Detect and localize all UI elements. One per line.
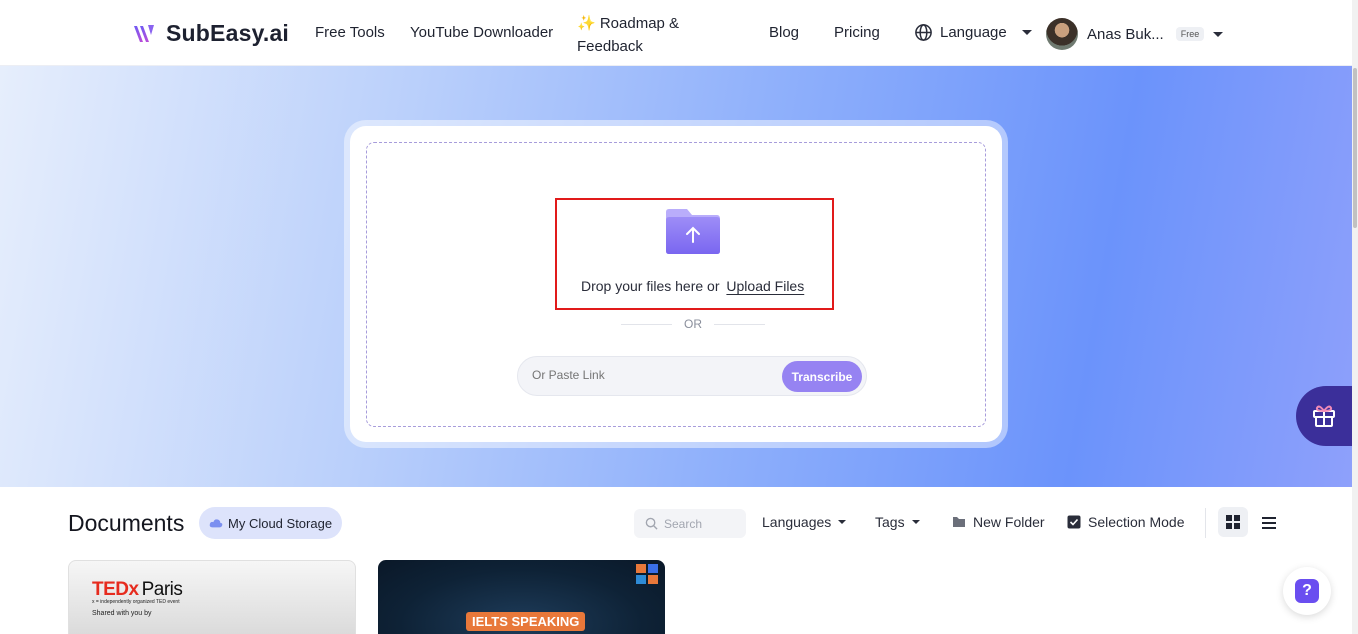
list-icon (1262, 517, 1276, 529)
selection-mode-toggle[interactable]: Selection Mode (1067, 514, 1185, 530)
nav-roadmap-line1: ✨ Roadmap & (577, 15, 680, 32)
logo[interactable]: SubEasy.ai (132, 20, 289, 47)
nav-youtube-downloader[interactable]: YouTube Downloader (410, 24, 553, 41)
paste-link-bar: Transcribe (517, 356, 867, 396)
top-navbar: SubEasy.ai Free Tools YouTube Downloader… (0, 0, 1352, 66)
gift-button[interactable] (1296, 386, 1352, 446)
tags-filter[interactable]: Tags (875, 514, 920, 530)
scrollbar-thumb[interactable] (1353, 68, 1357, 228)
chevron-down-icon (838, 520, 847, 524)
grid-view-button[interactable] (1218, 507, 1248, 537)
document-card[interactable]: TEDx Paris x = independently organized TE… (68, 560, 356, 634)
chevron-down-icon (911, 520, 920, 524)
user-name: Anas Buk... (1087, 25, 1164, 43)
languages-filter[interactable]: Languages (762, 514, 847, 530)
toolbar-divider (1205, 508, 1206, 538)
plan-badge: Free (1175, 27, 1205, 41)
nav-roadmap-feedback[interactable]: ✨ Roadmap & Feedback (577, 12, 697, 58)
app-icons (636, 564, 658, 584)
language-label: Language (940, 24, 1007, 41)
grid-icon (1226, 515, 1240, 529)
ted-logo: TEDx Paris (92, 579, 183, 600)
upload-card: Drop your files here or Upload Files OR … (350, 126, 1002, 442)
my-cloud-storage-button[interactable]: My Cloud Storage (199, 507, 343, 539)
search-icon (645, 517, 658, 530)
or-divider: OR (621, 317, 765, 331)
ted-subtitle: x = independently organized TED event (92, 599, 180, 605)
search-placeholder: Search (664, 516, 703, 531)
new-folder-button[interactable]: New Folder (952, 514, 1045, 530)
drop-zone[interactable]: Drop your files here or Upload Files OR … (366, 142, 986, 427)
folder-icon (953, 517, 965, 527)
help-button[interactable]: ? (1283, 567, 1331, 615)
globe-icon (915, 24, 932, 41)
paste-link-input[interactable] (532, 368, 762, 382)
language-selector[interactable]: Language (914, 23, 1032, 42)
nav-free-tools[interactable]: Free Tools (315, 24, 385, 41)
user-menu[interactable]: Anas Buk... Free (1046, 18, 1224, 50)
nav-roadmap-line2: Feedback (577, 38, 643, 55)
list-view-button[interactable] (1256, 507, 1282, 537)
logo-mark-icon (134, 24, 154, 42)
nav-blog[interactable]: Blog (769, 24, 799, 41)
storage-label: My Cloud Storage (228, 515, 333, 531)
cloud-icon (209, 519, 223, 528)
selection-mode-label: Selection Mode (1088, 514, 1185, 530)
tags-label: Tags (875, 514, 905, 530)
nav-pricing[interactable]: Pricing (834, 24, 880, 41)
document-card[interactable]: IELTS SPEAKING (378, 560, 665, 634)
chevron-down-icon (1213, 31, 1224, 37)
gift-icon (1313, 405, 1335, 427)
or-label: OR (684, 317, 702, 331)
new-folder-label: New Folder (973, 514, 1045, 530)
search-box[interactable]: Search (634, 509, 746, 538)
chevron-down-icon (1021, 30, 1032, 35)
logo-text: SubEasy.ai (166, 20, 290, 46)
transcribe-button[interactable]: Transcribe (782, 361, 862, 392)
ielts-tag: IELTS SPEAKING (466, 612, 586, 631)
languages-label: Languages (762, 514, 832, 530)
ted-shared-text: Shared with you by (92, 610, 152, 617)
question-icon: ? (1295, 579, 1319, 603)
checkbox-icon (1067, 515, 1081, 529)
avatar (1046, 18, 1078, 50)
highlight-box (555, 198, 834, 310)
documents-title: Documents (68, 510, 185, 536)
